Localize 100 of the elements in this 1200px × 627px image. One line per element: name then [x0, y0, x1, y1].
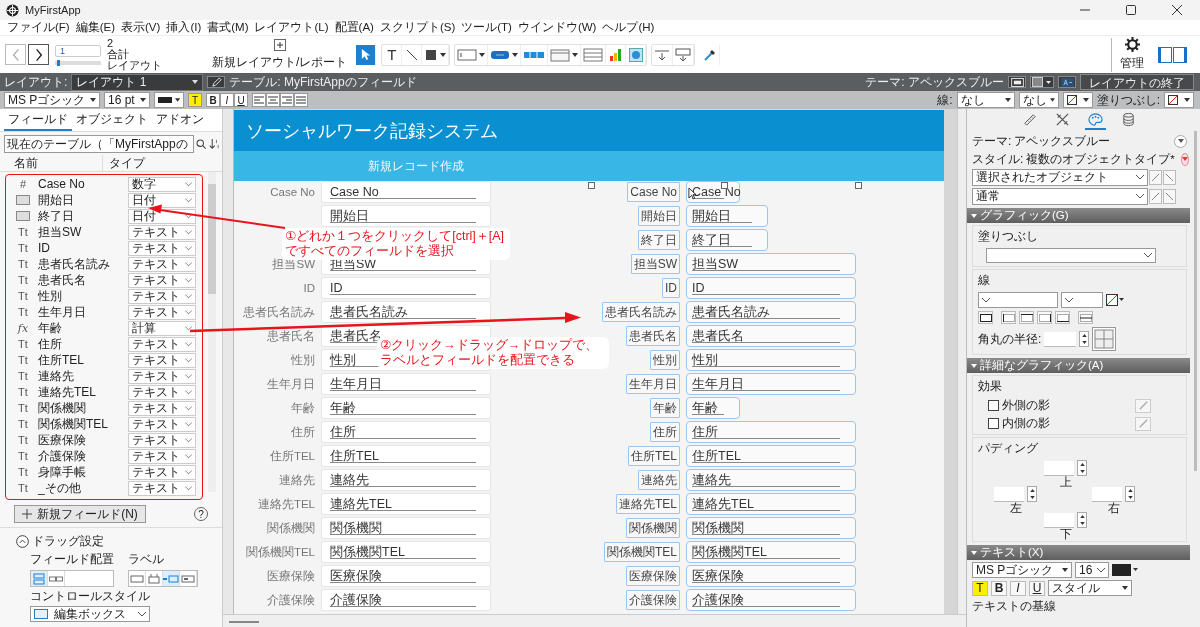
input-field: 連絡先	[686, 469, 856, 491]
field-label: 関係機関	[626, 518, 680, 538]
input-field: 住所TEL	[686, 445, 856, 467]
field-label: ID	[662, 278, 680, 298]
layout-label: レイアウト:	[4, 73, 68, 91]
table-label: テーブル: MyFirstAppのフィールド	[229, 73, 417, 91]
padding-side-label: 左	[1009, 502, 1022, 515]
function-icon: fx	[13, 321, 33, 335]
input-field: 医療保険	[686, 565, 856, 587]
new-layout-label: 新規レイアウト/レポート	[212, 53, 348, 71]
field-label: 年齢	[650, 398, 680, 418]
input-field: 担当SW	[686, 253, 856, 275]
control-style-label: コントロールスタイル	[29, 588, 151, 605]
field-label: 終了日	[638, 230, 680, 250]
field-label: 性別	[650, 350, 680, 370]
field-label: 性別	[291, 352, 315, 368]
input-field: 介護保険	[686, 589, 856, 611]
input-field: ID	[686, 277, 856, 299]
input-field: Case No	[321, 181, 491, 203]
input-field: 関係機関	[321, 517, 491, 539]
input-field: 住所	[686, 421, 856, 443]
text-type-icon: Tt	[13, 338, 33, 350]
text-type-icon: Tt	[13, 290, 33, 302]
field-label: 開始日	[638, 206, 680, 226]
field-label: 連絡先TEL	[257, 496, 315, 512]
layout-label: レイアウト	[107, 60, 162, 71]
field-label: 関係機関TEL	[245, 544, 315, 560]
padding-side-label: 右	[1107, 502, 1120, 515]
text-type-icon: Tt	[13, 354, 33, 366]
field-label: 患者氏名読み	[243, 304, 315, 320]
input-field: 住所TEL	[321, 445, 491, 467]
field-label: 患者氏名	[626, 326, 680, 346]
text-type-icon: Tt	[13, 242, 33, 254]
manage-label: 管理	[1120, 55, 1144, 72]
text-type-icon: Tt	[13, 418, 33, 430]
text-type-icon: Tt	[13, 482, 33, 494]
field-label: 介護保険	[267, 592, 315, 608]
field-label: 住所TEL	[628, 446, 680, 466]
input-field: ID	[321, 277, 491, 299]
input-field: 連絡先TEL	[321, 493, 491, 515]
theme-label: テーマ:	[972, 132, 1012, 150]
window-title: MyFirstApp	[25, 4, 81, 16]
text-type-icon: Tt	[13, 402, 33, 414]
field-label: 介護保険	[626, 590, 680, 610]
text-type-icon: Tt	[13, 274, 33, 286]
field-label: 連絡先	[279, 472, 315, 488]
text-type-icon: Tt	[13, 450, 33, 462]
field-label: 住所	[650, 422, 680, 442]
text-type-icon: Tt	[13, 434, 33, 446]
input-field: 関係機関	[686, 517, 856, 539]
field-label: 住所TEL	[269, 448, 315, 464]
text-type-icon: Tt	[13, 226, 33, 238]
field-label: 生年月日	[626, 374, 680, 394]
theme-label: テーマ: アペックスブルー	[865, 73, 1004, 91]
field-label: 担当SW	[272, 257, 315, 272]
field-label: 関係機関TEL	[604, 542, 680, 562]
field-label: 患者氏名	[267, 328, 315, 344]
input-field: 患者氏名読み	[321, 301, 491, 323]
input-field: 開始日	[321, 205, 491, 227]
input-field: 年齢	[686, 397, 740, 419]
fill-label: 塗りつぶし:	[1096, 91, 1160, 109]
line-label: 線:	[937, 91, 953, 109]
style-name: 複数のオブジェクトタイプ*	[1026, 151, 1175, 167]
corner-radius-label: 角丸の半径:	[978, 330, 1042, 348]
field-label: 生年月日	[267, 376, 315, 392]
drag-settings-title: ドラッグ設定	[32, 533, 104, 550]
field-label: Case No	[270, 186, 315, 198]
placement-label: フィールド配置	[30, 551, 114, 568]
line-label: 線	[978, 272, 991, 289]
total-label: 合計	[107, 49, 130, 60]
hash-icon: #	[13, 178, 33, 190]
text-type-icon: Tt	[13, 370, 33, 382]
field-label: 患者氏名読み	[602, 302, 680, 322]
theme-name: アペックスブルー	[1014, 133, 1111, 149]
input-field: 医療保険	[321, 565, 491, 587]
baseline-label: テキストの基線	[972, 598, 1057, 615]
padding-side-label: 上	[1059, 476, 1072, 489]
padding-label: パディング	[978, 440, 1039, 457]
fill-label: 塗りつぶし	[978, 228, 1039, 245]
field-label: 医療保険	[267, 568, 315, 584]
input-field: 生年月日	[321, 373, 491, 395]
field-label: 年齢	[291, 400, 315, 416]
text-type-icon: Tt	[13, 466, 33, 478]
input-field: 住所	[321, 421, 491, 443]
input-field: 患者氏名読み	[686, 301, 856, 323]
style-label: スタイル:	[972, 150, 1024, 168]
input-field: 開始日	[686, 205, 768, 227]
field-label: Case No	[627, 182, 680, 202]
input-field: 生年月日	[686, 373, 856, 395]
layout-title: ソーシャルワーク記録システム	[246, 119, 498, 143]
text-type-icon: Tt	[13, 306, 33, 318]
input-field: 連絡先TEL	[686, 493, 856, 515]
padding-side-label: 下	[1059, 528, 1072, 541]
field-label: 連絡先TEL	[616, 494, 680, 514]
input-field: 介護保険	[321, 589, 491, 611]
layout-subtitle: 新規レコード作成	[368, 158, 464, 174]
field-label: 連絡先	[638, 470, 680, 490]
input-field: 患者氏名	[686, 325, 856, 347]
input-field: 性別	[686, 349, 856, 371]
field-label: 関係機関	[267, 520, 315, 536]
